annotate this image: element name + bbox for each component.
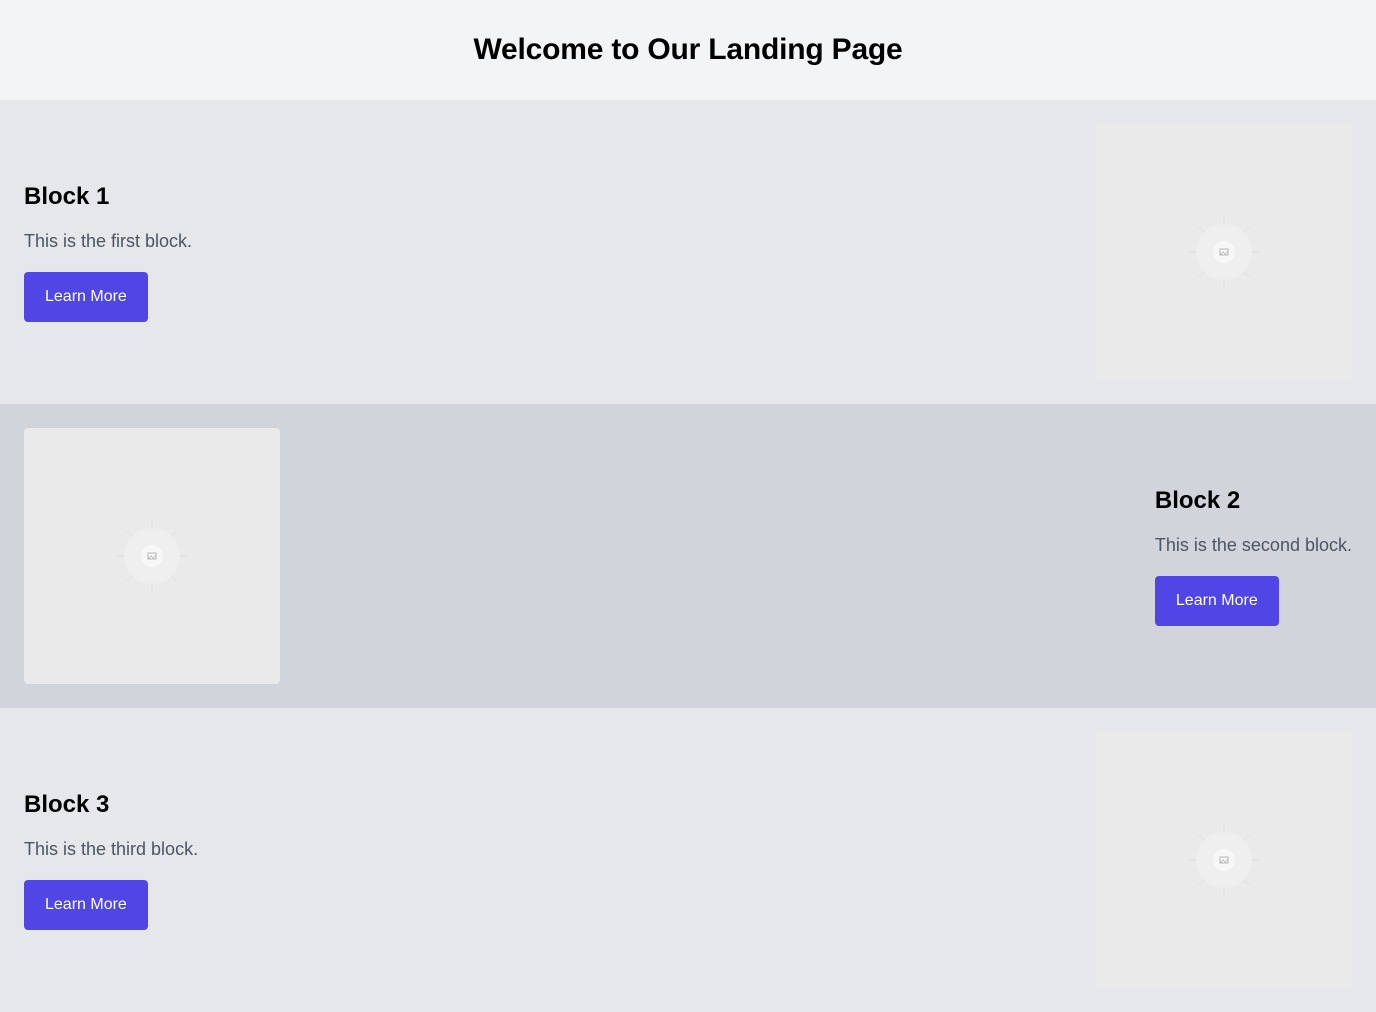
block-2-description: This is the second block. xyxy=(1154,534,1352,555)
block-3-content: Block 3 This is the third block. Learn M… xyxy=(24,791,198,930)
block-2-title: Block 2 xyxy=(1154,486,1241,514)
block-2: Block 2 This is the second block. Learn … xyxy=(0,404,1376,708)
block-1-title: Block 1 xyxy=(24,182,110,210)
page-title: Welcome to Our Landing Page xyxy=(473,33,903,66)
block-3-title: Block 3 xyxy=(24,790,110,818)
block-2-content: Block 2 This is the second block. Learn … xyxy=(1154,486,1352,626)
block-3: Block 3 This is the third block. Learn M… xyxy=(0,708,1376,1012)
image-placeholder-icon xyxy=(1188,216,1260,288)
image-placeholder-icon xyxy=(1188,824,1260,896)
block-1: Block 1 This is the first block. Learn M… xyxy=(0,100,1376,404)
block-1-content: Block 1 This is the first block. Learn M… xyxy=(24,183,192,322)
block-1-description: This is the first block. xyxy=(24,230,193,251)
block-3-description: This is the third block. xyxy=(24,838,199,859)
block-3-learn-more-button[interactable]: Learn More xyxy=(24,879,148,930)
image-placeholder-icon xyxy=(116,520,188,592)
block-2-learn-more-button[interactable]: Learn More xyxy=(1154,575,1279,626)
block-2-image xyxy=(24,428,280,684)
block-1-learn-more-button[interactable]: Learn More xyxy=(24,271,148,322)
page-header: Welcome to Our Landing Page xyxy=(0,0,1376,100)
block-1-image xyxy=(1096,124,1352,380)
block-3-image xyxy=(1096,732,1352,988)
